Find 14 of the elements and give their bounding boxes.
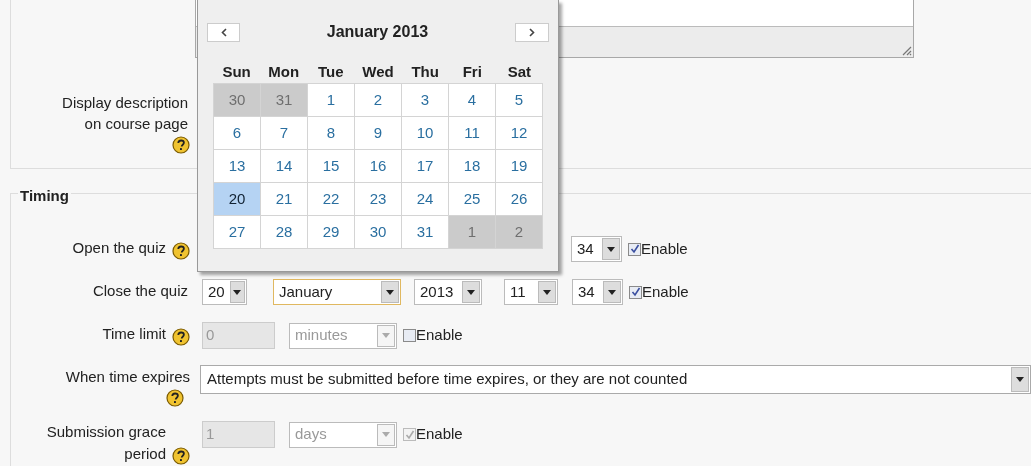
weekday-header: Wed — [361, 62, 395, 82]
weekday-header: Mon — [267, 62, 301, 82]
weekday-header: Tue — [317, 62, 345, 82]
setting-label: Open the quiz — [71, 238, 166, 258]
calendar-title: January 2013 — [326, 22, 429, 42]
setting-label: Display description on course page — [61, 93, 189, 134]
setting-label: Close the quiz — [91, 281, 188, 301]
weekday-header: Sat — [506, 62, 533, 82]
weekday-header: Fri — [461, 62, 483, 82]
setting-label: When time expires — [64, 367, 190, 387]
weekday-header: Sun — [221, 62, 252, 82]
setting-label: Submission grace period — [45, 422, 166, 464]
weekday-header: Thu — [410, 62, 440, 82]
setting-label: Time limit — [101, 324, 166, 344]
